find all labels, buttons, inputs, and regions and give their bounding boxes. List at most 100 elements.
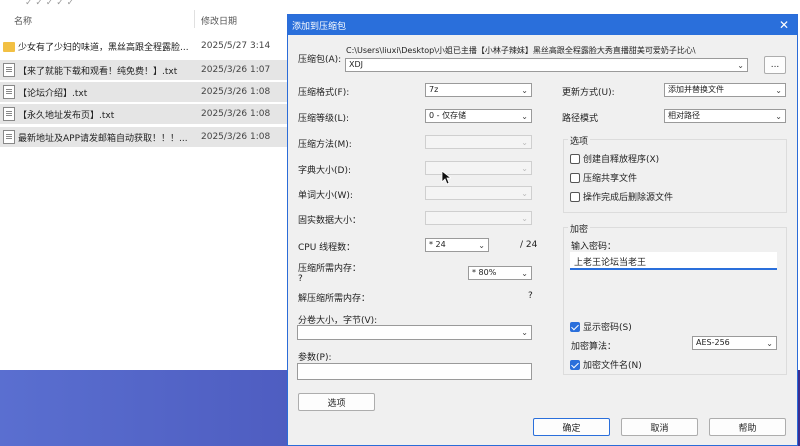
checkbox-box[interactable] <box>570 153 580 164</box>
params-label: 参数(P): <box>298 353 332 363</box>
text-file-icon <box>3 63 15 77</box>
archive-name-combo[interactable]: XDJ ⌄ <box>345 58 748 72</box>
update-mode-select[interactable]: 添加并替换文件 ⌄ <box>664 83 786 97</box>
cpu-label: CPU 线程数： <box>298 243 356 253</box>
file-date: 2025/3/26 1:08 <box>201 87 271 97</box>
chevron-down-icon[interactable]: ⌄ <box>775 85 782 96</box>
mouse-cursor-icon <box>441 170 451 185</box>
level-label: 压缩等级(L): <box>298 114 350 124</box>
method-label: 压缩方法(M): <box>298 140 352 150</box>
browse-button[interactable]: ... <box>764 56 786 74</box>
dialog-title: 添加到压缩包 <box>292 21 347 32</box>
text-file-icon <box>3 107 15 121</box>
chevron-down-icon[interactable]: ⌄ <box>521 213 528 224</box>
mem-compress-label: 压缩所需内存： <box>298 264 362 274</box>
shared-files-checkbox[interactable]: 压缩共享文件 <box>570 171 637 184</box>
password-input[interactable]: 上老王论坛当老王 <box>570 252 777 270</box>
encrypt-names-label: 加密文件名(N) <box>583 361 642 371</box>
algorithm-value: AES-256 <box>696 338 730 347</box>
cpu-total: / 24 <box>520 240 538 250</box>
level-value: 0 - 仅存储 <box>429 111 467 120</box>
cancel-button[interactable]: 取消 <box>621 418 698 436</box>
cpu-select[interactable]: * 24 ⌄ <box>425 238 489 252</box>
file-date: 2025/3/26 1:07 <box>201 65 271 75</box>
options-button[interactable]: 选项 <box>298 393 375 411</box>
dialog-titlebar[interactable]: 添加到压缩包 ✕ <box>288 15 797 35</box>
column-header-date[interactable]: 修改日期 <box>201 14 237 27</box>
chevron-down-icon[interactable]: ⌄ <box>521 163 528 174</box>
update-label: 更新方式(U): <box>562 88 615 98</box>
options-group-title: 选项 <box>568 134 591 147</box>
encrypt-names-checkbox[interactable]: 加密文件名(N) <box>570 358 642 371</box>
checkbox-checked[interactable] <box>570 321 580 332</box>
chevron-down-icon[interactable]: ⌄ <box>766 338 773 349</box>
encryption-group-title: 加密 <box>568 222 591 235</box>
algorithm-label: 加密算法： <box>571 342 617 352</box>
file-name: 【论坛介绍】.txt <box>18 88 88 99</box>
mem-compress-estimate: ? <box>298 274 303 284</box>
update-mode-value: 添加并替换文件 <box>668 85 724 94</box>
chevron-down-icon[interactable]: ⌄ <box>478 240 485 251</box>
chevron-down-icon[interactable]: ⌄ <box>737 60 744 71</box>
chevron-down-icon[interactable]: ⌄ <box>521 111 528 122</box>
file-row[interactable]: 少女有了少妇的味道，黑丝高跟全程露脸... 2025/5/27 3:14 <box>0 36 290 56</box>
file-date: 2025/3/26 1:08 <box>201 109 271 119</box>
path-mode-select[interactable]: 相对路径 ⌄ <box>664 109 786 123</box>
dict-label: 字典大小(D): <box>298 166 351 176</box>
file-date: 2025/5/27 3:14 <box>201 41 271 51</box>
text-file-icon <box>3 85 15 99</box>
split-size-combo[interactable]: ⌄ <box>297 325 532 340</box>
archive-path: C:\Users\liuxi\Desktop\小姐已主播【小林子辣妹】黑丝高跟全… <box>346 46 696 55</box>
memory-usage-value: * 80% <box>472 268 497 277</box>
show-password-checkbox[interactable]: 显示密码(S) <box>570 320 632 333</box>
folder-icon <box>3 42 15 52</box>
file-row[interactable]: 最新地址及APP请发邮箱自动获取！！！... 2025/3/26 1:08 <box>0 127 290 147</box>
path-mode-value: 相对路径 <box>668 111 700 120</box>
solid-select[interactable]: ⌄ <box>425 211 532 225</box>
chevron-down-icon[interactable]: ⌄ <box>521 268 528 279</box>
show-password-label: 显示密码(S) <box>583 323 632 333</box>
chevron-down-icon[interactable]: ⌄ <box>521 137 528 148</box>
mem-decompress-label: 解压缩所需内存： <box>298 294 371 304</box>
add-to-archive-dialog: 添加到压缩包 ✕ 压缩包(A): C:\Users\liuxi\Desktop\… <box>287 14 798 446</box>
help-button[interactable]: 帮助 <box>709 418 786 436</box>
algorithm-select[interactable]: AES-256 ⌄ <box>692 336 777 350</box>
sfx-checkbox[interactable]: 创建自释放程序(X) <box>570 152 659 165</box>
cpu-value: * 24 <box>429 240 446 249</box>
chevron-down-icon[interactable]: ⌄ <box>521 327 528 339</box>
file-name: 【来了就能下载和观看！纯免费！】.txt <box>18 66 178 77</box>
format-value: 7z <box>429 85 439 94</box>
file-row[interactable]: 【永久地址发布页】.txt 2025/3/26 1:08 <box>0 104 290 124</box>
text-file-icon <box>3 130 15 144</box>
file-row[interactable]: 【论坛介绍】.txt 2025/3/26 1:08 <box>0 82 290 102</box>
solid-label: 固实数据大小： <box>298 216 362 226</box>
chevron-down-icon[interactable]: ⌄ <box>775 111 782 122</box>
format-label: 压缩格式(F): <box>298 88 350 98</box>
chevron-down-icon[interactable]: ⌄ <box>521 85 528 96</box>
memory-usage-select[interactable]: * 80% ⌄ <box>468 266 532 280</box>
password-label: 输入密码： <box>571 242 617 252</box>
ok-button[interactable]: 确定 <box>533 418 610 436</box>
column-header-name[interactable]: 名称 <box>14 14 32 27</box>
shared-files-label: 压缩共享文件 <box>583 174 638 184</box>
close-icon[interactable]: ✕ <box>779 18 789 32</box>
params-input[interactable] <box>297 363 532 380</box>
archive-label: 压缩包(A): <box>298 55 342 65</box>
format-select[interactable]: 7z ⌄ <box>425 83 532 97</box>
file-name: 【永久地址发布页】.txt <box>18 110 115 121</box>
checkbox-box[interactable] <box>570 172 580 183</box>
file-row[interactable]: 【来了就能下载和观看！纯免费！】.txt 2025/3/26 1:07 <box>0 60 290 80</box>
file-name: 最新地址及APP请发邮箱自动获取！！！... <box>18 133 188 144</box>
level-select[interactable]: 0 - 仅存储 ⌄ <box>425 109 532 123</box>
file-date: 2025/3/26 1:08 <box>201 132 271 142</box>
mem-decompress-value: ? <box>528 291 533 301</box>
checkbox-box[interactable] <box>570 191 580 202</box>
method-select[interactable]: ⌄ <box>425 135 532 149</box>
chevron-down-icon[interactable]: ⌄ <box>521 188 528 199</box>
word-select[interactable]: ⌄ <box>425 186 532 200</box>
checkbox-checked[interactable] <box>570 359 580 370</box>
delete-after-label: 操作完成后删除源文件 <box>583 193 674 203</box>
delete-after-checkbox[interactable]: 操作完成后删除源文件 <box>570 190 673 203</box>
toolbar-glyphs: ✓ ✓ ✓ ✓ ✓ <box>25 0 75 8</box>
column-divider[interactable] <box>194 10 195 28</box>
